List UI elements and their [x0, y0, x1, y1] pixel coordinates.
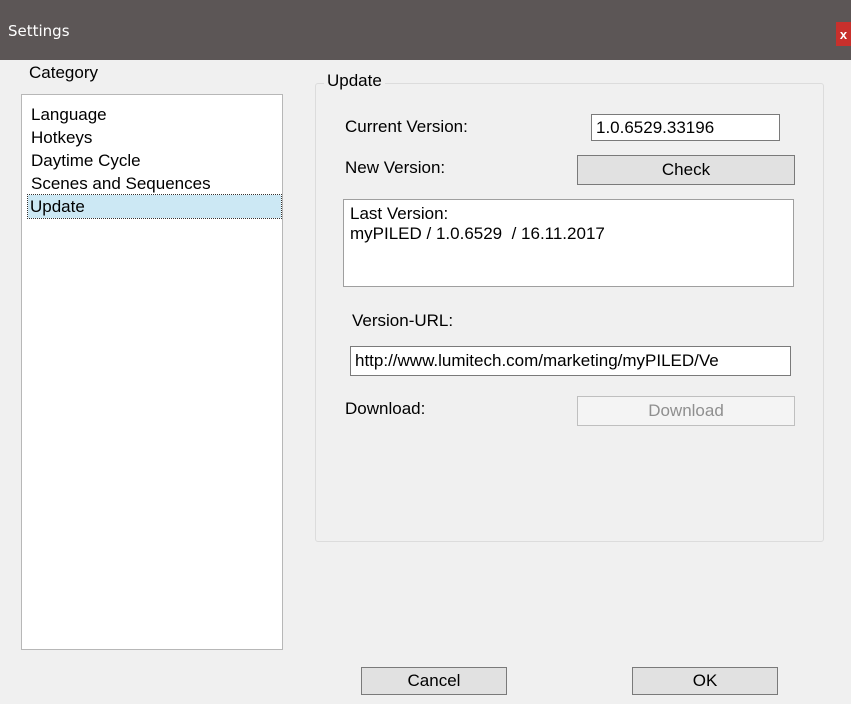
category-item-label: Scenes and Sequences [31, 174, 211, 193]
version-url-label: Version-URL: [352, 311, 454, 330]
category-list[interactable]: Language Hotkeys Daytime Cycle Scenes an… [21, 94, 283, 650]
last-version-textarea[interactable]: Last Version: myPILED / 1.0.6529 / 16.11… [343, 199, 794, 287]
category-item-label: Update [27, 194, 282, 219]
category-item-hotkeys[interactable]: Hotkeys [22, 126, 282, 149]
new-version-label: New Version: [345, 158, 446, 177]
close-icon: x [839, 26, 848, 42]
category-item-scenes-and-sequences[interactable]: Scenes and Sequences [22, 172, 282, 195]
download-label: Download: [345, 399, 426, 418]
current-version-label: Current Version: [345, 117, 468, 136]
category-item-update[interactable]: Update [22, 194, 282, 219]
last-version-title: Last Version: [350, 204, 449, 223]
title-bar[interactable]: Settings x [0, 0, 851, 60]
category-item-language[interactable]: Language [22, 103, 282, 126]
current-version-field[interactable]: 1.0.6529.33196 [591, 114, 780, 141]
category-item-label: Daytime Cycle [31, 151, 141, 170]
category-item-label: Hotkeys [31, 128, 93, 147]
download-button[interactable]: Download [577, 396, 795, 426]
check-button[interactable]: Check [577, 155, 795, 185]
window-title: Settings [8, 22, 70, 40]
category-heading: Category [29, 63, 98, 82]
last-version-info: myPILED / 1.0.6529 / 16.11.2017 [350, 224, 605, 243]
category-item-daytime-cycle[interactable]: Daytime Cycle [22, 149, 282, 172]
cancel-button[interactable]: Cancel [361, 667, 507, 695]
ok-button[interactable]: OK [632, 667, 778, 695]
close-button[interactable]: x [836, 22, 851, 46]
version-url-field[interactable]: http://www.lumitech.com/marketing/myPILE… [350, 346, 791, 376]
update-group-title: Update [324, 71, 385, 91]
category-item-label: Language [31, 105, 107, 124]
settings-window: Settings x Category Language Hotkeys Day… [0, 0, 851, 704]
